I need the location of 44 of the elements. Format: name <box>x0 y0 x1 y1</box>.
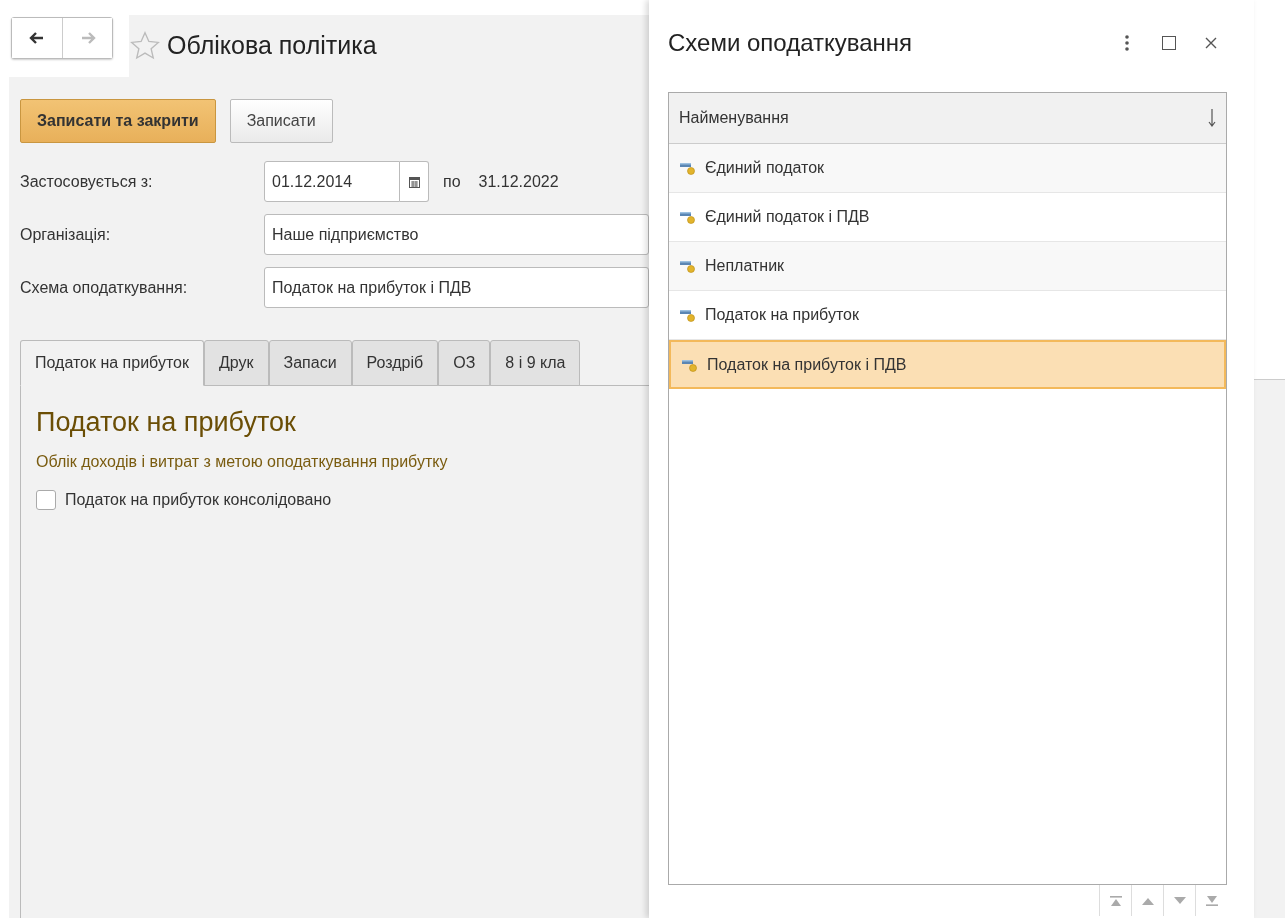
date-value: 31.12.2022 <box>478 171 559 192</box>
catalog-item-icon <box>679 160 697 176</box>
catalog-item-icon <box>679 258 697 274</box>
close-icon[interactable] <box>1205 37 1217 49</box>
down-icon <box>1172 896 1187 905</box>
back-button[interactable] <box>12 18 62 58</box>
catalog-item-icon <box>679 307 697 323</box>
left-arrow-icon <box>29 30 45 46</box>
first-icon <box>1108 895 1123 906</box>
right-arrow-icon <box>79 30 96 46</box>
save-button[interactable]: Записати <box>229 99 333 143</box>
catalog-item-icon <box>679 209 697 225</box>
date-field[interactable]: 01.12.2014 <box>264 161 400 202</box>
tab[interactable]: Роздріб <box>351 340 439 386</box>
section-subtitle: Облік доходів і витрат з метою оподаткування прибутку <box>36 452 449 473</box>
field-label: Застосовується з: <box>20 171 154 192</box>
maximize-icon[interactable] <box>1162 36 1176 50</box>
calendar-icon <box>408 175 420 188</box>
more-icon[interactable] <box>1125 35 1129 51</box>
calendar-button[interactable] <box>400 161 429 202</box>
list-row[interactable]: Податок на прибуток і ПДВ <box>669 340 1226 389</box>
checkbox-label[interactable]: Податок на прибуток консолідовано <box>65 488 332 513</box>
sort-arrow-icon <box>1208 109 1216 127</box>
input-field[interactable]: Податок на прибуток і ПДВ <box>264 267 649 308</box>
tab[interactable]: ОЗ <box>438 340 491 386</box>
tab[interactable]: Податок на прибуток <box>20 340 204 386</box>
input-field[interactable]: Наше підприємство <box>264 214 649 255</box>
section-heading: Податок на прибуток <box>36 406 297 439</box>
checkbox[interactable] <box>36 490 56 511</box>
field-label: Схема оподаткування: <box>20 277 189 298</box>
form-title: Облікова політика <box>167 30 377 62</box>
save-close-button[interactable]: Записати та закрити <box>20 99 216 143</box>
dialog-title: Схеми оподаткування <box>668 28 914 58</box>
tab[interactable]: Друк <box>203 340 269 386</box>
tab[interactable]: Запаси <box>268 340 352 386</box>
field-label: Організація: <box>20 224 112 245</box>
up-icon <box>1140 896 1155 905</box>
list-row[interactable]: Неплатник <box>669 242 1226 291</box>
column-header[interactable]: Найменування <box>679 106 789 130</box>
list-row[interactable]: Єдиний податок <box>669 144 1226 193</box>
tab[interactable]: 8 і 9 кла <box>490 340 581 386</box>
to-label: по <box>443 171 461 192</box>
last-icon <box>1204 895 1219 906</box>
favorite-star-icon[interactable] <box>129 30 161 62</box>
